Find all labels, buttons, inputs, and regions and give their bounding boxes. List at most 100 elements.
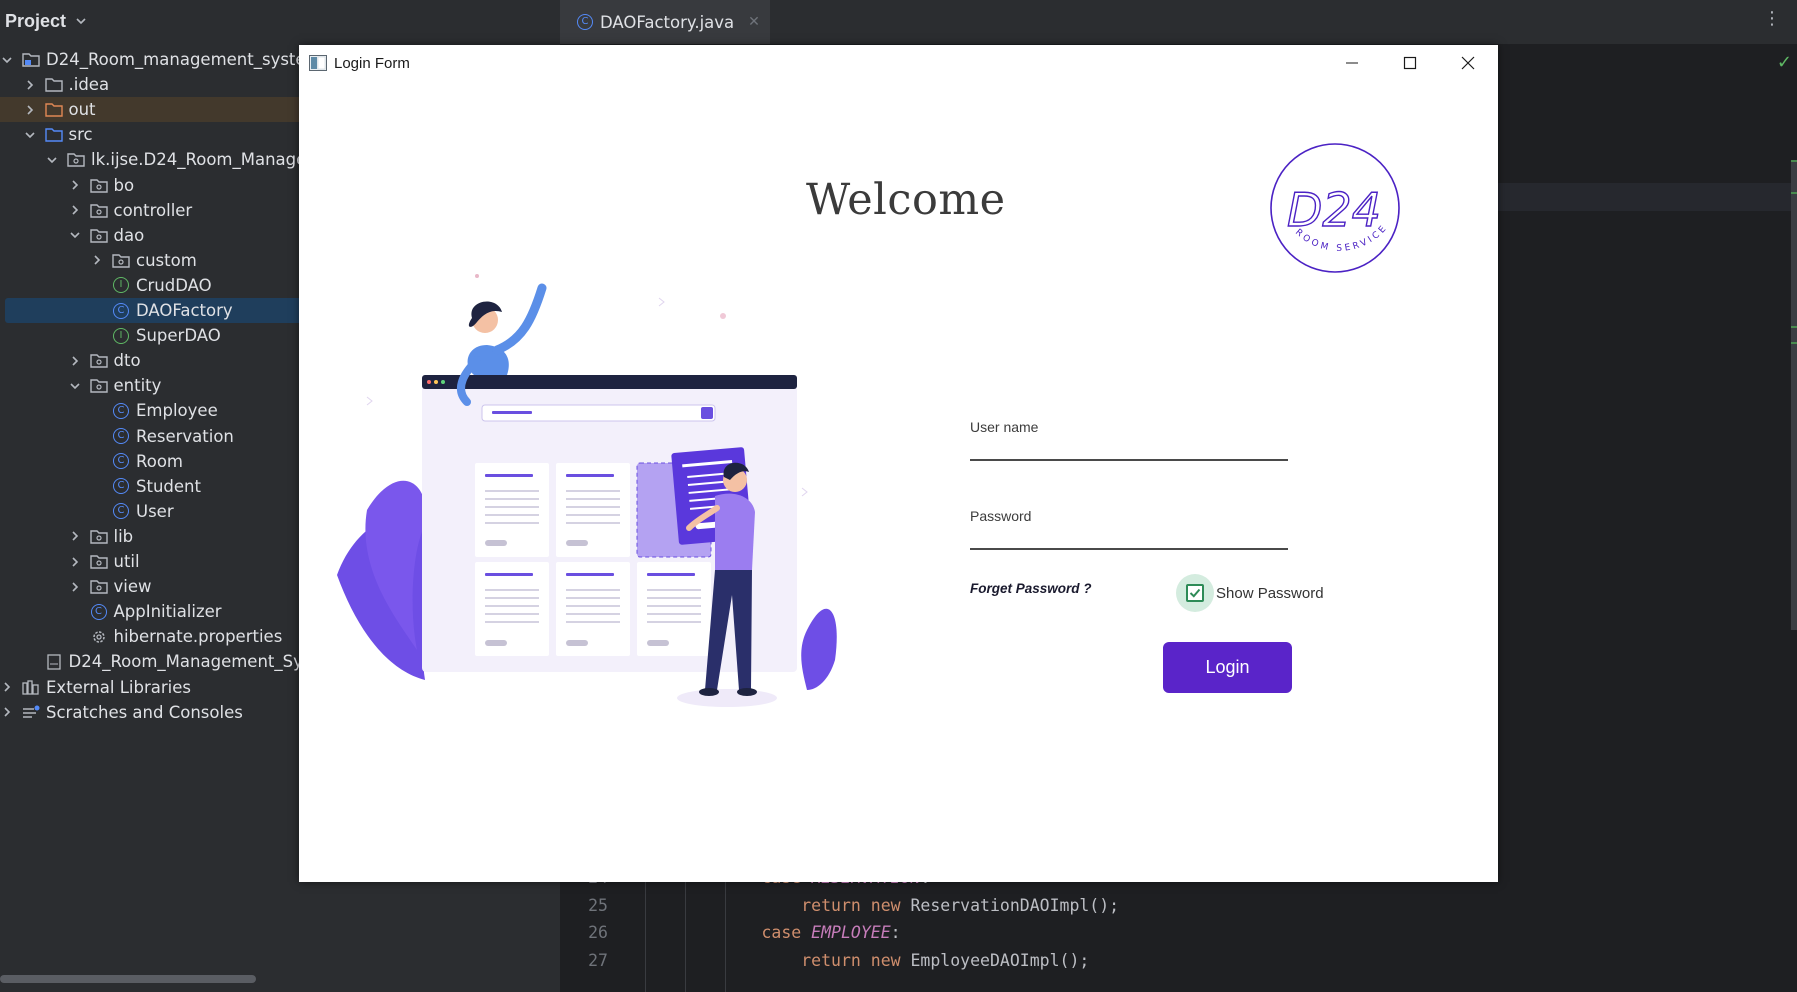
tree-item-label: DAOFactory bbox=[136, 301, 233, 320]
code-text: : bbox=[890, 923, 901, 942]
file-icon bbox=[45, 654, 63, 670]
d24-logo: D24 ROOM SERVICE bbox=[1270, 143, 1400, 273]
package-icon bbox=[89, 353, 108, 369]
tab-label: DAOFactory.java bbox=[600, 12, 735, 32]
login-form-window: Login Form Welcome D24 ROOM SERVICE User… bbox=[299, 45, 1498, 882]
class-icon: C bbox=[577, 14, 593, 30]
class-icon: C bbox=[112, 428, 130, 444]
tree-item-label: SuperDAO bbox=[136, 326, 221, 346]
change-marker bbox=[1791, 342, 1797, 344]
login-illustration bbox=[337, 274, 837, 707]
chevron-right-icon[interactable] bbox=[68, 203, 82, 217]
code-line[interactable]: 27 return new EmployeeDAOImpl(); bbox=[560, 947, 1797, 974]
class-icon: C bbox=[90, 603, 108, 620]
code-line[interactable]: 26 case EMPLOYEE: bbox=[560, 919, 1797, 946]
chevron-right-icon[interactable] bbox=[23, 103, 37, 117]
line-number: 27 bbox=[588, 951, 608, 970]
vertical-scrollbar[interactable] bbox=[1791, 160, 1797, 630]
code-enum-constant: EMPLOYEE bbox=[811, 923, 891, 942]
username-underline bbox=[970, 459, 1288, 461]
package-icon bbox=[89, 227, 108, 243]
minimize-icon bbox=[1346, 62, 1358, 64]
chevron-down-icon[interactable] bbox=[68, 228, 82, 242]
checkbox-box[interactable] bbox=[1186, 584, 1204, 602]
class-icon: C bbox=[112, 402, 130, 419]
maximize-button[interactable] bbox=[1381, 45, 1439, 81]
change-marker bbox=[1791, 326, 1797, 328]
login-button[interactable]: Login bbox=[1163, 642, 1292, 693]
tree-item-label: lib bbox=[113, 526, 134, 546]
package-icon bbox=[89, 579, 108, 595]
window-title-bar[interactable]: Login Form bbox=[299, 45, 1498, 81]
class-icon: C bbox=[112, 503, 130, 520]
package-icon bbox=[89, 378, 108, 394]
change-marker bbox=[1791, 160, 1797, 162]
package-icon bbox=[89, 554, 108, 570]
tree-item-label: .idea bbox=[68, 75, 110, 95]
excluded-folder-icon bbox=[44, 102, 63, 118]
checkbox-focus-halo bbox=[1176, 574, 1214, 612]
tab-daofactory[interactable]: C DAOFactory.java ✕ bbox=[560, 0, 770, 44]
tree-item-label: entity bbox=[113, 376, 162, 396]
chevron-down-icon[interactable] bbox=[45, 153, 59, 167]
chevron-down-icon[interactable] bbox=[0, 53, 14, 67]
password-field[interactable]: Password bbox=[970, 508, 1288, 550]
username-label: User name bbox=[970, 419, 1039, 435]
show-password-checkbox[interactable]: Show Password bbox=[1176, 574, 1324, 612]
code-text: EmployeeDAOImpl(); bbox=[900, 951, 1090, 970]
chevron-right-icon[interactable] bbox=[68, 529, 82, 543]
chevron-down-icon[interactable] bbox=[76, 16, 86, 26]
tree-item-label: Scratches and Consoles bbox=[46, 702, 243, 722]
package-icon bbox=[89, 528, 108, 544]
more-options-icon[interactable]: ⋮ bbox=[1763, 10, 1781, 28]
window-title: Login Form bbox=[334, 54, 410, 72]
tree-item-label: User bbox=[136, 501, 174, 521]
close-icon[interactable]: ✕ bbox=[748, 14, 760, 30]
class-icon: C bbox=[112, 302, 130, 319]
code-text: ReservationDAOImpl(); bbox=[900, 896, 1120, 915]
line-number: 25 bbox=[588, 896, 608, 915]
package-icon bbox=[112, 252, 130, 268]
show-password-label: Show Password bbox=[1216, 584, 1324, 602]
project-header[interactable]: Project bbox=[0, 0, 560, 42]
chevron-right-icon[interactable] bbox=[68, 580, 82, 594]
tree-item-label: controller bbox=[113, 200, 193, 220]
editor-tab-bar: C DAOFactory.java ✕ ⋮ bbox=[560, 0, 1797, 44]
chevron-right-icon[interactable] bbox=[0, 705, 14, 719]
code-line[interactable]: 25 return new ReservationDAOImpl(); bbox=[560, 892, 1797, 919]
minimize-button[interactable] bbox=[1323, 45, 1381, 81]
chevron-right-icon[interactable] bbox=[90, 253, 104, 267]
chevron-right-icon[interactable] bbox=[68, 178, 82, 192]
horizontal-scrollbar[interactable] bbox=[0, 975, 256, 983]
maximize-icon bbox=[1403, 56, 1417, 70]
tree-item-label: view bbox=[113, 577, 152, 597]
interface-icon: I bbox=[112, 277, 130, 294]
tree-item-label: D24_Room_management_system bbox=[46, 50, 322, 69]
chevron-down-icon[interactable] bbox=[23, 128, 37, 142]
close-icon bbox=[1461, 56, 1475, 70]
chevron-right-icon[interactable] bbox=[0, 680, 14, 694]
tree-item-label: dao bbox=[113, 225, 145, 245]
module-folder-icon bbox=[22, 52, 40, 68]
tree-item-label: out bbox=[68, 100, 96, 120]
chevron-right-icon[interactable] bbox=[68, 354, 82, 368]
chevron-right-icon[interactable] bbox=[23, 78, 37, 92]
chevron-down-icon[interactable] bbox=[68, 379, 82, 393]
package-icon bbox=[89, 177, 108, 193]
password-label: Password bbox=[970, 508, 1032, 524]
project-title[interactable]: Project bbox=[5, 11, 66, 32]
chevron-right-icon[interactable] bbox=[68, 555, 82, 569]
tree-item-label: External Libraries bbox=[46, 677, 191, 697]
tree-item-label: Reservation bbox=[136, 426, 234, 446]
java-app-icon bbox=[309, 55, 327, 71]
close-button[interactable] bbox=[1439, 45, 1497, 81]
tree-item-label: AppInitializer bbox=[113, 602, 222, 622]
username-field[interactable]: User name bbox=[970, 419, 1288, 461]
forget-password-link[interactable]: Forget Password ? bbox=[970, 581, 1092, 596]
libraries-icon bbox=[22, 679, 40, 695]
tree-item-label: util bbox=[113, 552, 140, 571]
tree-item-label: lk.ijse.D24_Room_Managem bbox=[91, 150, 323, 170]
welcome-heading: Welcome bbox=[806, 175, 1006, 225]
